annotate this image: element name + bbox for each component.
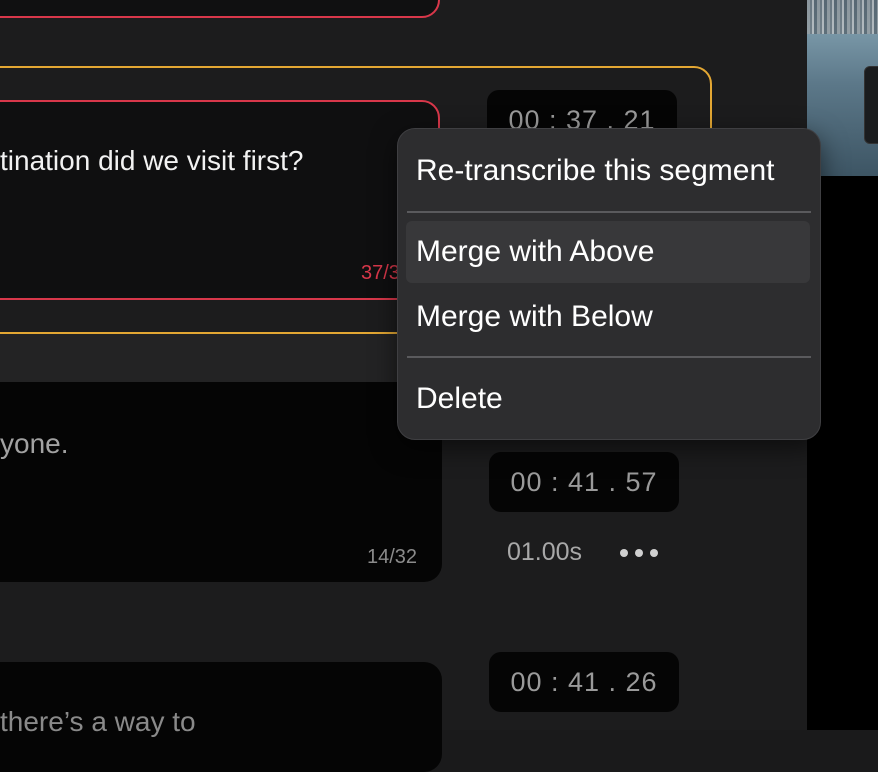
timestamp-field[interactable]: 00 : 41 . 26 [489,652,679,712]
retranscribe-menu-item[interactable]: Re-transcribe this segment [406,140,810,202]
merge-below-menu-item[interactable]: Merge with Below [406,286,810,348]
menu-separator [407,211,811,213]
dot [650,549,658,557]
more-options-icon[interactable] [620,540,658,566]
menu-separator [407,356,811,358]
segment-duration: 01.00s [507,538,583,566]
segment-text[interactable]: there’s a way to [0,706,196,738]
character-count: 14/32 [367,546,418,568]
segment-text[interactable]: tination did we visit first? [0,145,303,177]
segment-context-menu: Re-transcribe this segment Merge with Ab… [397,128,821,440]
dot [620,549,628,557]
preview-control[interactable] [864,66,878,144]
preview-skyline [807,0,878,34]
dot [635,549,643,557]
segment-text[interactable]: yone. [0,428,69,460]
character-count: 37/3 [361,262,400,284]
delete-menu-item[interactable]: Delete [406,368,810,430]
previous-segment-card[interactable] [0,0,440,18]
merge-above-menu-item[interactable]: Merge with Above [406,221,810,283]
timestamp-field[interactable]: 00 : 41 . 57 [489,452,679,512]
